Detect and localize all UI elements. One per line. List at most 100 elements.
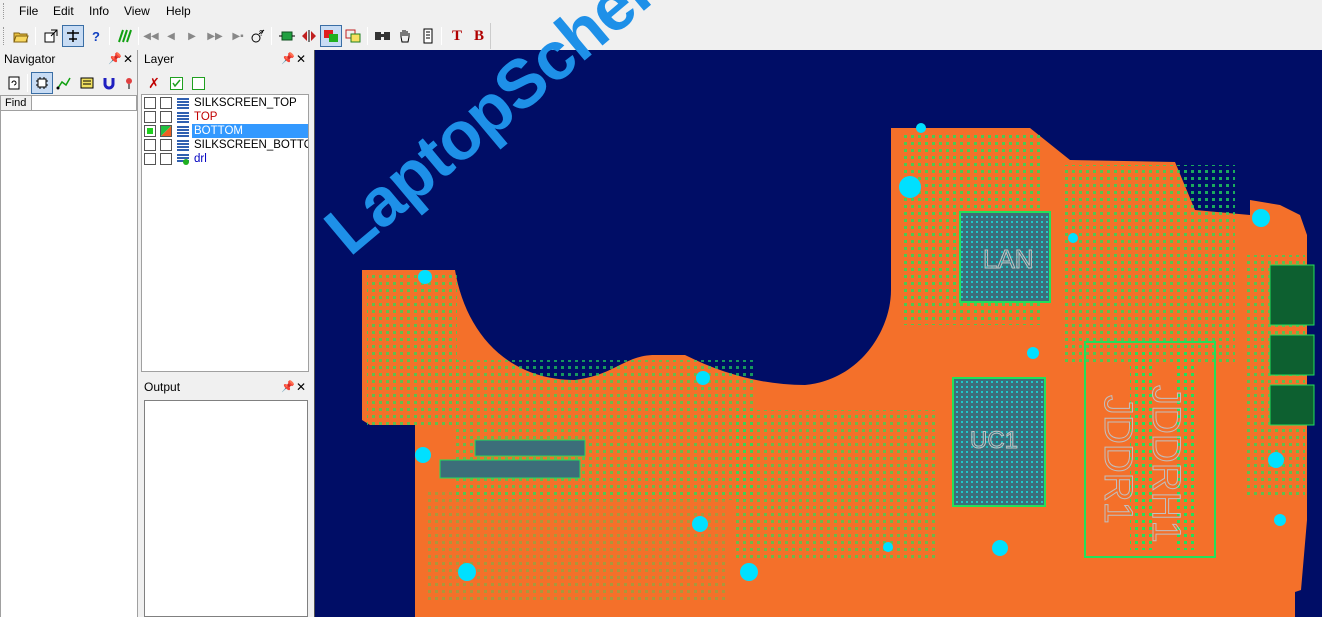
prev-button[interactable]: ◀ [160, 25, 182, 47]
layer-name: drl [194, 153, 207, 165]
toolbar-separator [35, 27, 36, 45]
find-button[interactable] [372, 25, 394, 47]
hand-icon [400, 30, 410, 43]
layer-color-swatch-icon[interactable] [160, 125, 172, 137]
close-icon[interactable]: ✕ [123, 50, 133, 68]
menu-grip[interactable] [3, 3, 6, 19]
bold-button[interactable]: B [468, 25, 490, 47]
output-title: Output 📌 ✕ [140, 378, 312, 396]
find-row: Find [0, 95, 137, 111]
menu-edit[interactable]: Edit [53, 4, 74, 18]
component-cluster [735, 410, 935, 560]
open-icon [13, 32, 29, 43]
menu-info[interactable]: Info [89, 4, 109, 18]
find-input[interactable] [33, 96, 136, 110]
component-cluster [367, 275, 457, 425]
components-button[interactable] [31, 72, 53, 94]
bridge-icon [67, 30, 79, 42]
flip-button[interactable] [298, 25, 320, 47]
pin-icon[interactable]: 📌 [281, 50, 295, 68]
new-window-button[interactable] [40, 25, 62, 47]
search-icon: ? [251, 29, 265, 43]
layer-active-checkbox[interactable] [160, 111, 172, 123]
overlay-icon [345, 29, 361, 43]
first-icon: ◀◀ [143, 30, 159, 42]
first-button[interactable]: ◀◀ [140, 25, 162, 47]
navigator-panel: Navigator 📌 ✕ Find [0, 50, 138, 617]
output-log[interactable] [144, 400, 308, 617]
layer-active-checkbox[interactable] [160, 153, 172, 165]
hide-all-button[interactable]: ✗ [143, 72, 165, 94]
layer-active-checkbox[interactable] [160, 97, 172, 109]
checked-box-icon [169, 76, 183, 90]
open-button[interactable] [10, 25, 32, 47]
text-button[interactable]: T [446, 25, 468, 47]
show-all-button[interactable] [165, 72, 187, 94]
navigator-list[interactable] [0, 111, 137, 617]
drill-layer-icon [177, 154, 189, 165]
pin-icon[interactable]: 📌 [281, 378, 295, 396]
text-icon: T [451, 27, 462, 44]
nets-list-button[interactable] [53, 72, 75, 94]
layer-row-silkscreen-bottom[interactable]: SILKSCREEN_BOTTOM [142, 138, 308, 152]
layer-name: SILKSCREEN_TOP [194, 97, 297, 109]
pins-button[interactable] [76, 72, 98, 94]
layer-active-checkbox[interactable] [160, 139, 172, 151]
uncheck-all-button[interactable] [187, 72, 209, 94]
layer-row-bottom[interactable]: BOTTOM [142, 124, 308, 138]
layer-name: BOTTOM [192, 124, 308, 138]
layer-title-text: Layer [144, 52, 175, 66]
help-icon: ? [92, 28, 100, 44]
layer-visible-checkbox[interactable] [144, 153, 156, 165]
hand-button[interactable] [394, 25, 416, 47]
layer-row-drl[interactable]: drl [142, 152, 308, 166]
pin-icon[interactable]: 📌 [108, 50, 122, 68]
layer-panel: Layer 📌 ✕ ✗ SILKSCREEN_TOP TOP BOTTOM SI… [140, 50, 312, 375]
close-icon[interactable]: ✕ [296, 50, 306, 68]
toolbar-separator [138, 27, 139, 45]
layer-color-icon [324, 30, 338, 42]
layer-toolbar: ✗ [140, 70, 312, 94]
layer-visible-checkbox[interactable] [144, 125, 156, 137]
menu-view[interactable]: View [124, 4, 150, 18]
layer-color-button[interactable] [320, 25, 342, 47]
fit-button[interactable] [276, 25, 298, 47]
menu-file[interactable]: File [19, 4, 38, 18]
last-button[interactable]: ▶▪ [227, 25, 249, 47]
prev-icon: ◀ [167, 30, 175, 42]
layer-stack-icon [177, 112, 189, 123]
search-button[interactable]: ? [247, 25, 269, 47]
overlay-button[interactable] [342, 25, 364, 47]
menu-help[interactable]: Help [166, 4, 191, 18]
play-button[interactable]: ▶ [181, 25, 203, 47]
lan-label: LAN [983, 244, 1034, 274]
layer-row-silkscreen-top[interactable]: SILKSCREEN_TOP [142, 96, 308, 110]
marker-button[interactable] [118, 72, 140, 94]
refresh-button[interactable] [3, 72, 25, 94]
usb-connector [1269, 334, 1315, 376]
empty-box-icon [191, 76, 205, 90]
layer-stack-icon [177, 140, 189, 151]
layer-visible-checkbox[interactable] [144, 139, 156, 151]
layer-visible-checkbox[interactable] [144, 111, 156, 123]
layer-name: SILKSCREEN_BOTTOM [194, 139, 308, 151]
close-icon[interactable]: ✕ [296, 378, 306, 396]
bridge-button[interactable] [62, 25, 84, 47]
fpc-connector [474, 439, 586, 457]
find-label: Find [1, 96, 32, 110]
part-button[interactable] [98, 72, 120, 94]
component-cluster [455, 360, 755, 500]
panel-button[interactable] [417, 25, 439, 47]
layer-visible-checkbox[interactable] [144, 97, 156, 109]
nets-icon [118, 29, 132, 43]
next-button[interactable]: ▶▶ [204, 25, 226, 47]
nets-button[interactable] [114, 25, 136, 47]
toolbar-grip[interactable] [3, 27, 6, 45]
main-toolbar: ? ◀◀ ◀ ▶ ▶▶ ▶▪ ? T B [0, 23, 491, 49]
navigator-title: Navigator 📌 ✕ [0, 50, 137, 68]
output-title-text: Output [144, 380, 181, 394]
help-button[interactable]: ? [85, 25, 107, 47]
output-panel: Output 📌 ✕ [140, 378, 312, 617]
layer-row-top[interactable]: TOP [142, 110, 308, 124]
cpu-label: UC1 [970, 427, 1018, 454]
